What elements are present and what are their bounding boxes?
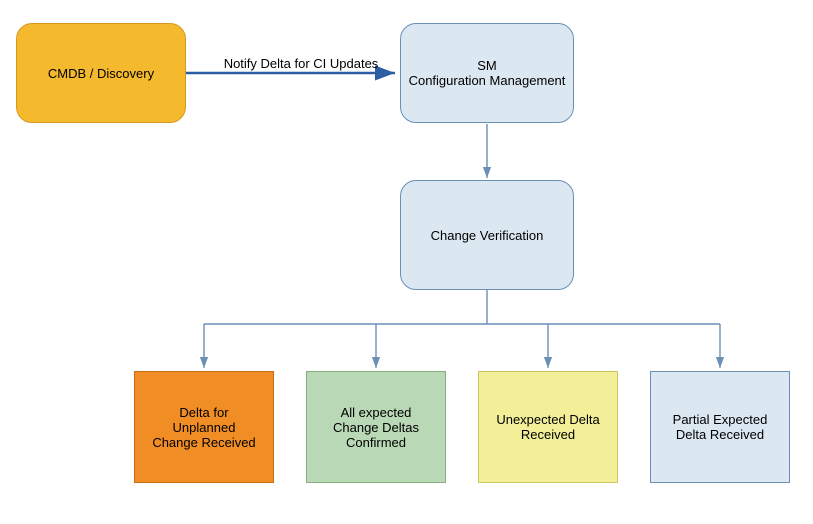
- node-sm-label-line2: Configuration Management: [409, 73, 566, 88]
- outcome-unplanned-l3: Change Received: [152, 435, 255, 450]
- node-sm-label-line1: SM: [409, 58, 566, 73]
- outcome-unexpected-l1: Unexpected Delta: [496, 412, 599, 427]
- node-outcome-confirmed-label: All expected Change Deltas Confirmed: [333, 405, 419, 450]
- node-outcome-partial-label: Partial Expected Delta Received: [673, 412, 768, 442]
- outcome-confirmed-l2: Change Deltas: [333, 420, 419, 435]
- node-sm-label: SM Configuration Management: [409, 58, 566, 88]
- node-change-verification-label: Change Verification: [431, 228, 544, 243]
- outcome-unexpected-l2: Received: [496, 427, 599, 442]
- node-cmdb-label: CMDB / Discovery: [48, 66, 154, 81]
- edge-label-text: Notify Delta for CI Updates: [224, 56, 379, 71]
- node-outcome-unplanned-label: Delta for Unplanned Change Received: [152, 405, 255, 450]
- edge-label-cmdb-to-sm: Notify Delta for CI Updates: [206, 53, 396, 73]
- outcome-partial-l2: Delta Received: [673, 427, 768, 442]
- node-cmdb-discovery: CMDB / Discovery: [16, 23, 186, 123]
- outcome-confirmed-l1: All expected: [333, 405, 419, 420]
- outcome-partial-l1: Partial Expected: [673, 412, 768, 427]
- node-outcome-unexpected: Unexpected Delta Received: [478, 371, 618, 483]
- node-outcome-partial: Partial Expected Delta Received: [650, 371, 790, 483]
- outcome-unplanned-l1: Delta for: [152, 405, 255, 420]
- outcome-confirmed-l3: Confirmed: [333, 435, 419, 450]
- node-sm-config-mgmt: SM Configuration Management: [400, 23, 574, 123]
- outcome-unplanned-l2: Unplanned: [152, 420, 255, 435]
- node-outcome-confirmed: All expected Change Deltas Confirmed: [306, 371, 446, 483]
- node-outcome-unexpected-label: Unexpected Delta Received: [496, 412, 599, 442]
- node-change-verification: Change Verification: [400, 180, 574, 290]
- node-outcome-unplanned: Delta for Unplanned Change Received: [134, 371, 274, 483]
